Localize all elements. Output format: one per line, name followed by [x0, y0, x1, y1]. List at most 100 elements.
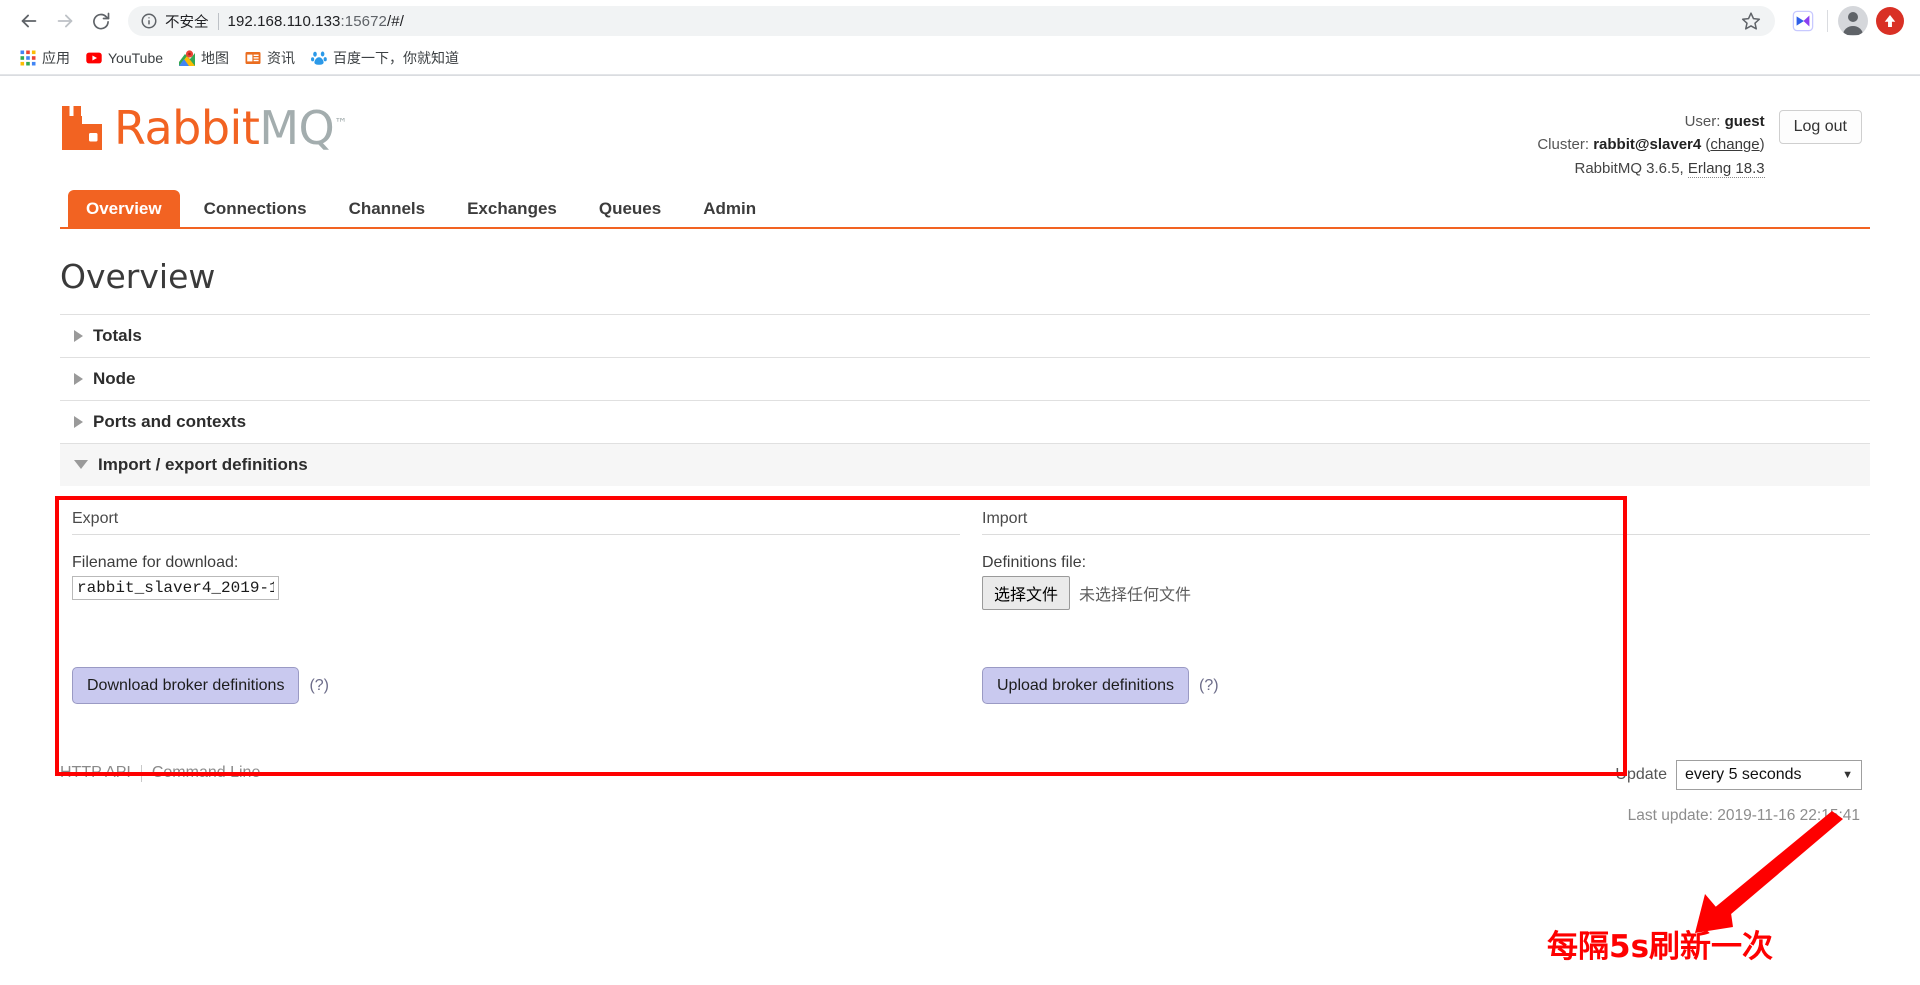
footer-links: HTTP API Command Line [60, 760, 260, 782]
extension-icon [1792, 10, 1814, 32]
update-interval-select[interactable]: every 5 seconds ▼ [1676, 760, 1862, 790]
browser-update-icon [1881, 12, 1899, 30]
bookmark-label: 资讯 [267, 48, 295, 68]
logo-wordmark: RabbitMQ™ [114, 105, 347, 151]
cluster-row: Cluster: rabbit@slaver4 (change) [1537, 133, 1764, 156]
bookmark-label: 地图 [201, 48, 229, 68]
apps-grid-icon [20, 50, 36, 66]
upload-action-cell: Upload broker definitions (?) [982, 667, 1870, 705]
bookmarks-bar: 应用 YouTube 地图 [0, 42, 1920, 75]
rabbit-logo-icon [60, 104, 114, 152]
chevron-down-icon: ▼ [1842, 769, 1853, 781]
chevron-right-icon [74, 373, 83, 385]
upload-help-icon[interactable]: (?) [1199, 677, 1219, 695]
rabbitmq-management-page: RabbitMQ™ User: guest Cluster: rabbit@sl… [0, 76, 1920, 984]
bookmark-label: 应用 [42, 48, 70, 68]
bookmark-apps[interactable]: 应用 [12, 45, 78, 71]
section-node-header[interactable]: Node [60, 358, 1870, 400]
tab-admin[interactable]: Admin [685, 190, 774, 227]
section-node: Node [60, 357, 1870, 400]
forward-button[interactable] [48, 4, 82, 38]
address-bar[interactable]: 不安全 192.168.110.133:15672/#/ [128, 6, 1775, 36]
baidu-icon [311, 50, 327, 66]
youtube-icon [86, 50, 102, 66]
page-title: Overview [60, 257, 1870, 296]
user-label: User: [1685, 113, 1721, 130]
main-navigation-tabs: Overview Connections Channels Exchanges … [60, 190, 1870, 229]
download-help-icon[interactable]: (?) [309, 677, 329, 695]
forward-arrow-icon [54, 10, 76, 32]
tab-exchanges[interactable]: Exchanges [449, 190, 575, 227]
address-bar-url: 192.168.110.133:15672/#/ [228, 13, 404, 30]
http-api-link[interactable]: HTTP API [60, 764, 131, 782]
profile-button[interactable] [1838, 6, 1868, 36]
tab-overview[interactable]: Overview [68, 190, 180, 227]
file-picker-row: 选择文件 未选择任何文件 [982, 576, 1870, 610]
download-broker-definitions-button[interactable]: Download broker definitions [72, 667, 299, 705]
logo-mq-text: MQ [259, 101, 334, 155]
extension-button[interactable] [1789, 7, 1817, 35]
filename-input[interactable] [72, 576, 279, 600]
bookmark-maps[interactable]: 地图 [171, 45, 237, 71]
download-action-cell: Download broker definitions (?) [72, 667, 960, 705]
session-info: User: guest Cluster: rabbit@slaver4 (cha… [1537, 110, 1764, 180]
app-header: RabbitMQ™ User: guest Cluster: rabbit@sl… [50, 90, 1870, 180]
erlang-version-link[interactable]: Erlang 18.3 [1688, 160, 1765, 178]
page-footer: HTTP API Command Line Update every 5 sec… [60, 760, 1870, 825]
cluster-change-link[interactable]: change [1710, 136, 1759, 153]
update-label: Update [1615, 766, 1667, 784]
header-right: User: guest Cluster: rabbit@slaver4 (cha… [1537, 104, 1862, 180]
rabbitmq-logo[interactable]: RabbitMQ™ [60, 104, 347, 152]
user-name: guest [1725, 113, 1765, 130]
chevron-right-icon [74, 330, 83, 342]
url-host: 192.168.110.133 [228, 13, 341, 30]
export-column-title: Export [72, 510, 960, 535]
import-export-actions: Download broker definitions (?) Upload b… [60, 667, 1870, 735]
no-file-selected-label: 未选择任何文件 [1079, 581, 1191, 605]
import-column-title: Import [982, 510, 1870, 535]
rabbitmq-version: RabbitMQ 3.6.5, [1574, 160, 1683, 177]
annotation-text: 每隔5s刷新一次 [1547, 921, 1773, 966]
command-line-link[interactable]: Command Line [152, 764, 261, 782]
tab-connections[interactable]: Connections [186, 190, 325, 227]
toolbar-divider [1827, 10, 1828, 32]
logout-button[interactable]: Log out [1779, 110, 1862, 144]
export-column: Export Filename for download: [72, 510, 960, 610]
choose-file-button[interactable]: 选择文件 [982, 576, 1070, 610]
section-import-export-definitions: Import / export definitions Export Filen… [60, 443, 1870, 735]
chevron-right-icon [74, 416, 83, 428]
bookmark-youtube[interactable]: YouTube [78, 45, 171, 71]
section-totals-label: Totals [93, 326, 142, 346]
footer-right: Update every 5 seconds ▼ Last update: 20… [1615, 760, 1862, 825]
cluster-label: Cluster: [1537, 136, 1589, 153]
bookmark-label: YouTube [108, 50, 163, 66]
cluster-name: rabbit@slaver4 [1593, 136, 1701, 153]
google-maps-icon [179, 50, 195, 66]
url-port: :15672 [341, 13, 387, 30]
bookmark-news[interactable]: 资讯 [237, 45, 303, 71]
browser-update-button[interactable] [1876, 7, 1904, 35]
reload-icon [91, 11, 111, 31]
bookmark-star-icon[interactable] [1741, 11, 1761, 31]
tab-queues[interactable]: Queues [581, 190, 679, 227]
tab-channels[interactable]: Channels [331, 190, 444, 227]
security-label: 不安全 [165, 11, 209, 32]
section-totals: Totals [60, 314, 1870, 357]
section-ports-and-contexts: Ports and contexts [60, 400, 1870, 443]
logo-rabbit-text: Rabbit [114, 101, 259, 155]
section-totals-header[interactable]: Totals [60, 315, 1870, 357]
footer-divider [141, 765, 142, 782]
section-import-export-header[interactable]: Import / export definitions [60, 444, 1870, 486]
section-ports-header[interactable]: Ports and contexts [60, 401, 1870, 443]
upload-broker-definitions-button[interactable]: Upload broker definitions [982, 667, 1189, 705]
update-interval-row: Update every 5 seconds ▼ [1615, 760, 1862, 790]
omnibox-divider [218, 13, 219, 30]
profile-avatar-icon [1838, 6, 1868, 36]
back-button[interactable] [12, 4, 46, 38]
bookmark-baidu[interactable]: 百度一下，你就知道 [303, 45, 467, 71]
reload-button[interactable] [84, 4, 118, 38]
page-content: RabbitMQ™ User: guest Cluster: rabbit@sl… [50, 76, 1870, 825]
section-import-export-label: Import / export definitions [98, 455, 308, 475]
import-export-body: Export Filename for download: Import Def… [60, 486, 1870, 735]
chevron-down-icon [74, 460, 88, 469]
